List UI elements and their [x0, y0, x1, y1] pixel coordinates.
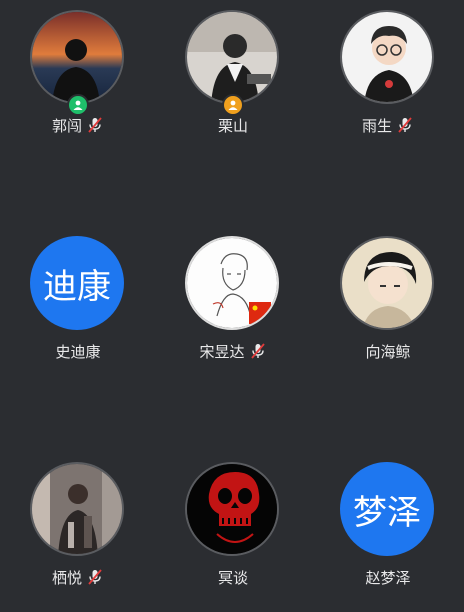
avatar: [30, 462, 124, 556]
avatar: [340, 10, 434, 104]
anime-portrait-icon: [342, 238, 432, 328]
participant-tile[interactable]: 雨生: [328, 10, 448, 160]
avatar: [185, 10, 279, 104]
muted-mic-icon: [398, 117, 412, 133]
member-badge-icon: [222, 94, 244, 116]
participant-name: 赵梦泽: [365, 568, 411, 587]
avatar-initials: 梦泽: [353, 492, 421, 533]
avatar: [340, 236, 434, 330]
avatar: 迪康: [30, 236, 124, 330]
name-row: 冥谈: [173, 566, 293, 588]
participant-tile[interactable]: 迪康 史迪康: [18, 236, 138, 386]
participant-tile[interactable]: 宋昱达: [173, 236, 293, 386]
name-row: 向海鲸: [328, 340, 448, 362]
name-row: 雨生: [328, 114, 448, 136]
participant-name: 冥谈: [217, 568, 248, 587]
sunset-photo-icon: [32, 12, 122, 102]
name-row: 郭闯: [18, 114, 138, 136]
name-row: 史迪康: [18, 340, 138, 362]
participant-name: 雨生: [361, 116, 392, 135]
participant-tile[interactable]: 郭闯: [18, 10, 138, 160]
participant-name: 宋昱达: [199, 342, 245, 361]
participant-name: 史迪康: [55, 342, 101, 361]
flag-icon: [249, 302, 271, 324]
member-badge-icon: [67, 94, 89, 116]
participant-name: 向海鲸: [365, 342, 411, 361]
avatar: [30, 10, 124, 104]
participant-tile[interactable]: 栗山: [173, 10, 293, 160]
avatar: [185, 236, 279, 330]
participant-tile[interactable]: 梦泽 赵梦泽: [328, 462, 448, 612]
participant-tile[interactable]: 冥谈: [173, 462, 293, 612]
participant-name: 栖悦: [51, 568, 82, 587]
name-row: 赵梦泽: [328, 566, 448, 588]
cartoon-boy-photo-icon: [342, 12, 432, 102]
red-skull-icon: [187, 464, 277, 554]
name-row: 栗山: [173, 114, 293, 136]
muted-mic-icon: [88, 569, 102, 585]
muted-mic-icon: [88, 117, 102, 133]
participant-name: 郭闯: [51, 116, 82, 135]
muted-mic-icon: [250, 343, 265, 359]
participant-tile[interactable]: 栖悦: [18, 462, 138, 612]
avatar: 梦泽: [340, 462, 434, 556]
street-photo-icon: [32, 464, 122, 554]
bw-portrait-icon: [187, 12, 277, 102]
avatar-initials: 迪康: [43, 266, 111, 307]
participant-name: 栗山: [217, 116, 248, 135]
participant-grid: 郭闯 栗山 雨生 迪康 史迪康 宋昱达 向海鲸 栖悦 冥谈 梦泽 赵梦泽: [0, 0, 464, 599]
participant-tile[interactable]: 向海鲸: [328, 236, 448, 386]
name-row: 宋昱达: [173, 340, 293, 362]
name-row: 栖悦: [18, 566, 138, 588]
avatar: [185, 462, 279, 556]
